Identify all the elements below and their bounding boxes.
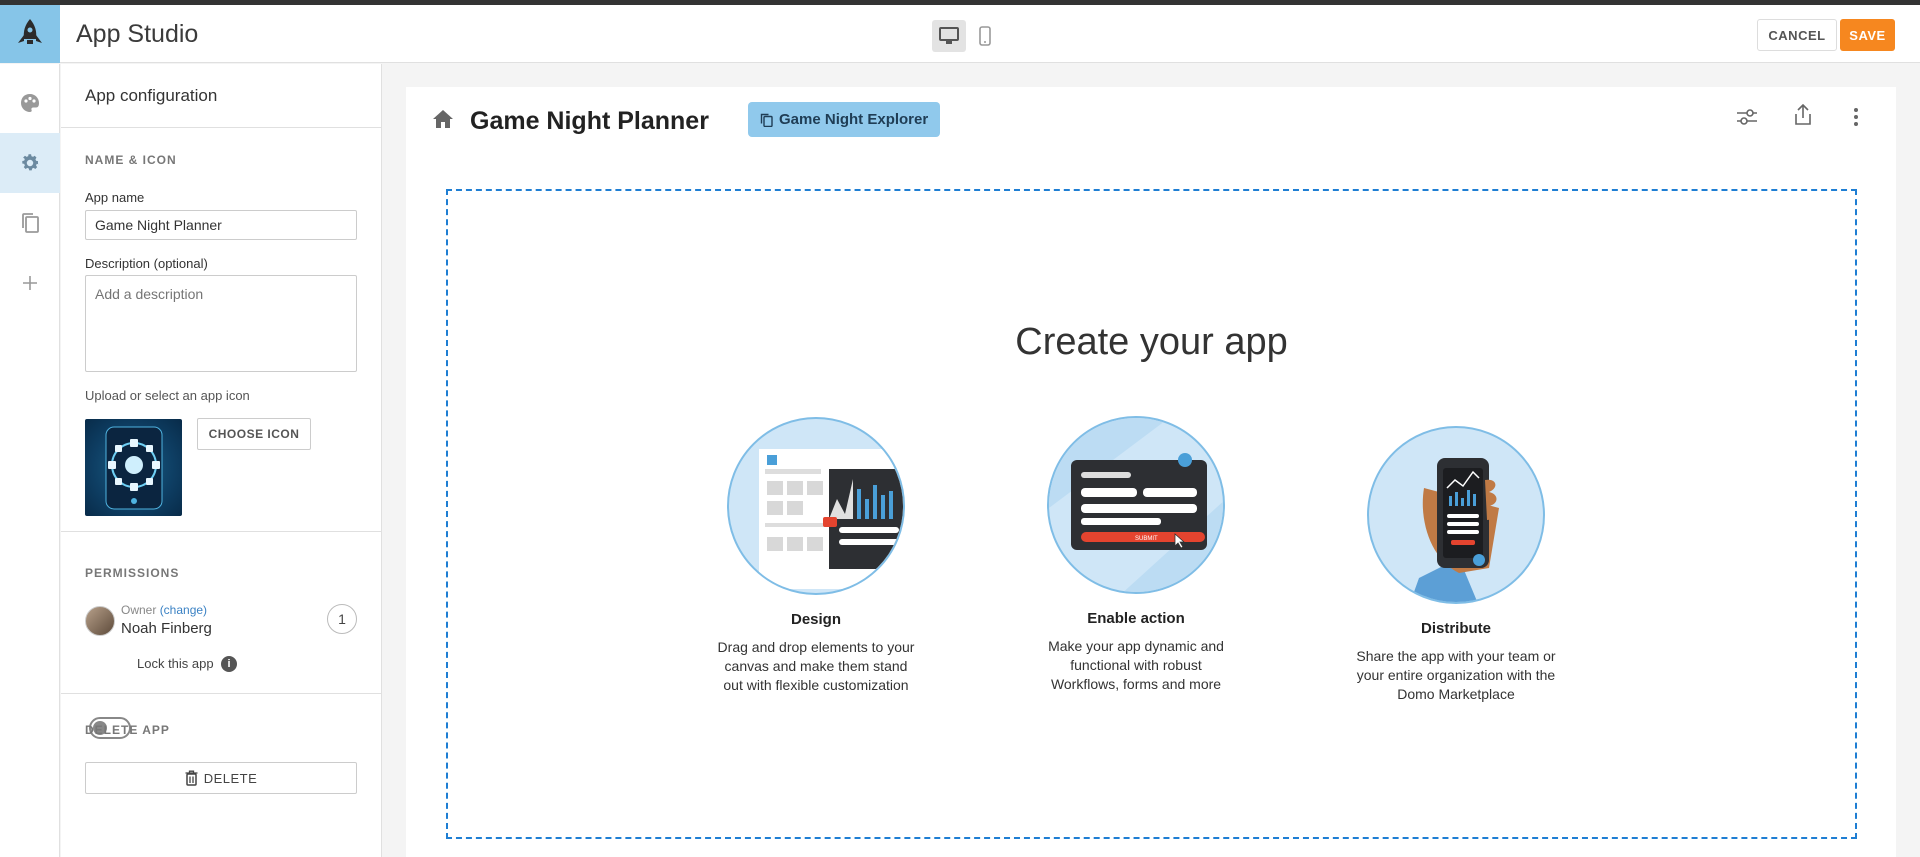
app-icon-thumbnail[interactable] (85, 419, 182, 516)
distribute-illustration (1367, 426, 1545, 604)
share-icon[interactable] (1793, 103, 1813, 131)
app-title: App Studio (76, 20, 199, 48)
owner-caption: Owner (change) (121, 603, 207, 617)
app-name-label: App name (85, 190, 145, 205)
copy-pages-icon[interactable] (0, 193, 60, 253)
page-chip-label: Game Night Explorer (779, 111, 929, 128)
delete-button[interactable]: DELETE (85, 762, 357, 794)
plus-icon[interactable] (0, 253, 60, 313)
design-illustration (727, 417, 905, 595)
section-divider (61, 693, 382, 694)
delete-section-label: DELETE APP (85, 723, 170, 737)
config-title: App configuration (61, 64, 381, 128)
feature-enable-action-desc: Make your app dynamic and functional wit… (1048, 638, 1224, 692)
feature-distribute-title: Distribute (1420, 620, 1491, 637)
svg-text:SUBMIT: SUBMIT (1135, 536, 1158, 542)
gear-icon[interactable] (0, 133, 60, 193)
app-header: App Studio CANCEL SAVE (0, 5, 1920, 63)
page-chip[interactable]: Game Night Explorer (748, 102, 941, 137)
owner-avatar (85, 606, 115, 636)
description-label: Description (optional) (85, 256, 208, 271)
copy-icon (760, 113, 773, 127)
section-divider (61, 531, 382, 532)
upload-icon-label: Upload or select an app icon (85, 388, 250, 403)
rocket-logo-icon[interactable] (0, 5, 60, 63)
save-button[interactable]: SAVE (1840, 19, 1895, 51)
page-title: Game Night Planner (470, 107, 709, 135)
canvas-dropzone[interactable]: Create your app Design Drag and drop ele… (446, 189, 1857, 839)
view-toggle (932, 20, 1002, 52)
name-icon-section-label: NAME & ICON (85, 153, 177, 167)
info-icon[interactable]: i (221, 656, 237, 672)
feature-design: Design Drag and drop elements to your ca… (716, 417, 916, 695)
owner-change-link[interactable]: (change) (160, 603, 207, 617)
enable-action-illustration: SUBMIT (1047, 416, 1225, 594)
create-app-title: Create your app (1015, 321, 1288, 363)
permissions-section-label: PERMISSIONS (85, 566, 180, 580)
more-options-icon[interactable] (1853, 107, 1859, 132)
desktop-view-icon[interactable] (932, 20, 966, 52)
mobile-view-icon[interactable] (968, 20, 1002, 52)
sliders-icon[interactable] (1736, 107, 1758, 132)
feature-enable-action-title: Enable action (1087, 610, 1185, 627)
permissions-count-badge[interactable]: 1 (327, 604, 357, 634)
left-rail (0, 64, 60, 857)
feature-enable-action: SUBMIT Enable action Make your app dynam… (1036, 416, 1236, 694)
palette-icon[interactable] (0, 73, 60, 133)
app-canvas: Game Night Planner Game Night Explorer C… (406, 87, 1896, 857)
feature-distribute: Distribute Share the app with your team … (1356, 426, 1556, 704)
app-name-input[interactable] (85, 210, 357, 240)
lock-app-label: Lock this app (137, 656, 214, 671)
trash-icon (185, 770, 198, 786)
delete-label: DELETE (203, 770, 258, 786)
choose-icon-button[interactable]: CHOOSE ICON (197, 418, 311, 450)
feature-distribute-desc: Share the app with your team or your ent… (1356, 648, 1556, 702)
feature-design-desc: Drag and drop elements to your canvas an… (717, 639, 915, 693)
config-panel: App configuration NAME & ICON App name D… (61, 64, 382, 857)
owner-label: Owner (121, 603, 157, 617)
home-icon[interactable] (432, 109, 454, 134)
cancel-button[interactable]: CANCEL (1757, 19, 1837, 51)
feature-design-title: Design (790, 611, 841, 628)
owner-name: Noah Finberg (121, 620, 212, 637)
description-field[interactable] (85, 275, 357, 372)
